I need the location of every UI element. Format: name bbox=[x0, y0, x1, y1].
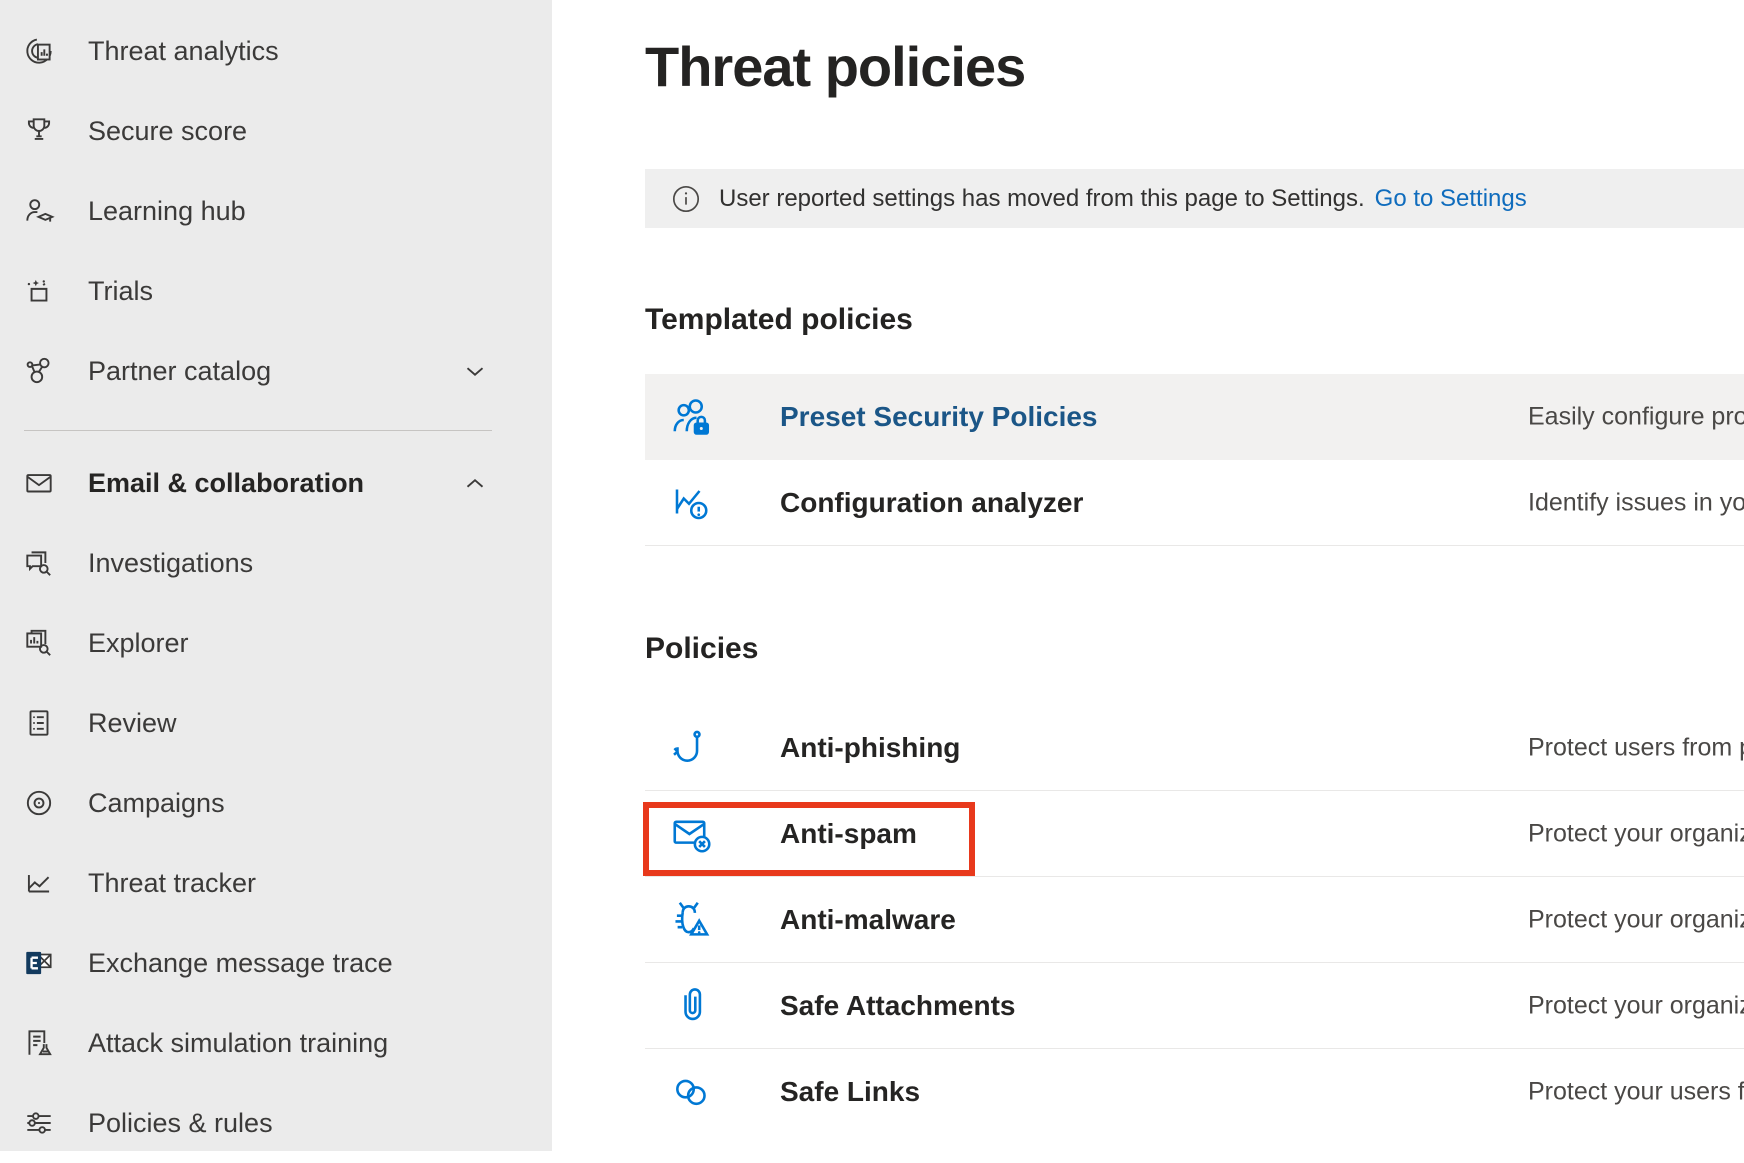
row-label[interactable]: Preset Security Policies bbox=[780, 401, 1098, 433]
row-preset-security-policies[interactable]: Preset Security Policies Easily configur… bbox=[645, 374, 1744, 460]
sidebar-item-email-collaboration[interactable]: Email & collaboration bbox=[0, 443, 552, 523]
trophy-icon bbox=[22, 114, 56, 148]
sidebar-item-review[interactable]: Review bbox=[0, 683, 552, 763]
bullseye-icon bbox=[22, 786, 56, 820]
fish-hook-icon bbox=[668, 724, 716, 772]
sidebar-item-label: Investigations bbox=[88, 548, 253, 579]
sidebar-divider bbox=[24, 430, 492, 431]
line-chart-icon bbox=[22, 866, 56, 900]
sidebar-item-label: Policies & rules bbox=[88, 1108, 273, 1139]
row-label[interactable]: Safe Attachments bbox=[780, 990, 1015, 1022]
sidebar-item-policies-rules[interactable]: Policies & rules bbox=[0, 1083, 552, 1163]
row-description: Easily configure prot bbox=[1528, 403, 1744, 432]
row-label[interactable]: Safe Links bbox=[780, 1076, 920, 1108]
main-content: Threat policies User reported settings h… bbox=[552, 0, 1744, 1151]
row-label[interactable]: Anti-spam bbox=[780, 818, 917, 850]
sidebar-item-label: Exchange message trace bbox=[88, 948, 393, 979]
row-description: Identify issues in you bbox=[1528, 488, 1744, 517]
sliders-icon bbox=[22, 1106, 56, 1140]
sidebar-item-label: Threat tracker bbox=[88, 868, 256, 899]
row-safe-attachments[interactable]: Safe Attachments Protect your organiz bbox=[645, 963, 1744, 1049]
sidebar-item-label: Trials bbox=[88, 276, 153, 307]
info-banner: User reported settings has moved from th… bbox=[645, 169, 1744, 228]
sidebar-item-trials[interactable]: Trials bbox=[0, 251, 552, 331]
row-anti-spam[interactable]: Anti-spam Protect your organiz bbox=[645, 791, 1744, 877]
sidebar-item-threat-analytics[interactable]: Threat analytics bbox=[0, 11, 552, 91]
explorer-icon bbox=[22, 626, 56, 660]
row-label[interactable]: Anti-malware bbox=[780, 904, 956, 936]
learning-hub-icon bbox=[22, 194, 56, 228]
section-heading-templated-policies: Templated policies bbox=[645, 303, 913, 337]
sidebar-item-secure-score[interactable]: Secure score bbox=[0, 91, 552, 171]
row-description: Protect your organiz bbox=[1528, 819, 1744, 848]
sidebar-item-label: Learning hub bbox=[88, 196, 246, 227]
row-description: Protect your organiz bbox=[1528, 905, 1744, 934]
templated-policies-list: Preset Security Policies Easily configur… bbox=[645, 374, 1744, 546]
review-icon bbox=[22, 706, 56, 740]
row-description: Protect your users fr bbox=[1528, 1078, 1744, 1107]
row-description: Protect your organiz bbox=[1528, 991, 1744, 1020]
sidebar-item-threat-tracker[interactable]: Threat tracker bbox=[0, 843, 552, 923]
row-configuration-analyzer[interactable]: Configuration analyzer Identify issues i… bbox=[645, 460, 1744, 546]
policies-list: Anti-phishing Protect users from p Anti-… bbox=[645, 705, 1744, 1135]
attack-simulation-icon bbox=[22, 1026, 56, 1060]
row-label[interactable]: Anti-phishing bbox=[780, 732, 960, 764]
envelope-icon bbox=[22, 466, 56, 500]
sidebar-item-label: Threat analytics bbox=[88, 36, 279, 67]
go-to-settings-link[interactable]: Go to Settings bbox=[1375, 185, 1527, 213]
row-description: Protect users from p bbox=[1528, 733, 1744, 762]
paperclip-icon bbox=[668, 982, 716, 1030]
sidebar-item-label: Review bbox=[88, 708, 177, 739]
chevron-down-icon[interactable] bbox=[460, 356, 490, 386]
page-title: Threat policies bbox=[645, 34, 1025, 99]
sidebar-item-label: Explorer bbox=[88, 628, 189, 659]
row-anti-malware[interactable]: Anti-malware Protect your organiz bbox=[645, 877, 1744, 963]
row-safe-links[interactable]: Safe Links Protect your users fr bbox=[645, 1049, 1744, 1135]
exchange-logo-icon bbox=[22, 946, 56, 980]
chevron-up-icon[interactable] bbox=[460, 468, 490, 498]
sidebar-item-investigations[interactable]: Investigations bbox=[0, 523, 552, 603]
info-icon bbox=[671, 184, 701, 214]
sidebar-item-label: Secure score bbox=[88, 116, 247, 147]
section-heading-policies: Policies bbox=[645, 632, 758, 666]
configuration-analyzer-icon bbox=[668, 479, 716, 527]
envelope-block-icon bbox=[668, 810, 716, 858]
bug-warning-icon bbox=[668, 896, 716, 944]
row-anti-phishing[interactable]: Anti-phishing Protect users from p bbox=[645, 705, 1744, 791]
sidebar-item-label: Attack simulation training bbox=[88, 1028, 388, 1059]
trials-icon bbox=[22, 274, 56, 308]
investigations-icon bbox=[22, 546, 56, 580]
sidebar-item-campaigns[interactable]: Campaigns bbox=[0, 763, 552, 843]
sidebar-item-label: Campaigns bbox=[88, 788, 225, 819]
banner-text: User reported settings has moved from th… bbox=[719, 185, 1365, 213]
sidebar-item-attack-simulation-training[interactable]: Attack simulation training bbox=[0, 1003, 552, 1083]
sidebar-item-exchange-message-trace[interactable]: Exchange message trace bbox=[0, 923, 552, 1003]
row-label[interactable]: Configuration analyzer bbox=[780, 487, 1083, 519]
sidebar: Threat analytics Secure score Learning h… bbox=[0, 0, 552, 1151]
preset-security-icon bbox=[668, 393, 716, 441]
sidebar-item-learning-hub[interactable]: Learning hub bbox=[0, 171, 552, 251]
sidebar-item-label: Partner catalog bbox=[88, 356, 271, 387]
sidebar-item-explorer[interactable]: Explorer bbox=[0, 603, 552, 683]
partner-catalog-icon bbox=[22, 354, 56, 388]
chain-links-icon bbox=[668, 1068, 716, 1116]
sidebar-item-label: Email & collaboration bbox=[88, 468, 364, 499]
sidebar-item-partner-catalog[interactable]: Partner catalog bbox=[0, 331, 552, 411]
threat-analytics-icon bbox=[22, 34, 56, 68]
